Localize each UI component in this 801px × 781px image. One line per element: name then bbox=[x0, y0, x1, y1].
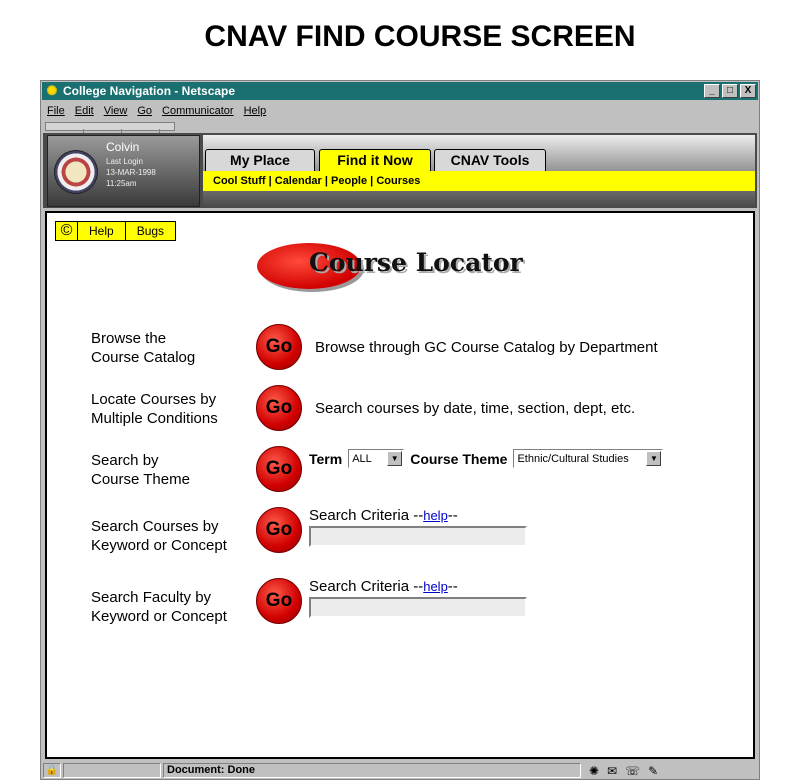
subnav-courses[interactable]: Courses bbox=[376, 175, 420, 187]
term-select[interactable]: ALL ▼ bbox=[348, 449, 405, 468]
navigator-icon[interactable]: ✺ bbox=[589, 764, 599, 778]
security-lock-icon[interactable]: 🔒 bbox=[43, 763, 61, 778]
netscape-icon: ✺ bbox=[46, 83, 58, 98]
menu-communicator[interactable]: Communicator bbox=[162, 105, 234, 117]
course-theme-controls: Term ALL ▼ Course Theme Ethnic/Cultural … bbox=[309, 449, 664, 468]
discussion-icon[interactable]: ☏ bbox=[625, 764, 640, 778]
logo-text: Course Locator bbox=[309, 248, 523, 277]
window-title: College Navigation - Netscape bbox=[63, 84, 236, 98]
tab-area: My Place Find it Now CNAV Tools Cool Stu… bbox=[203, 135, 755, 207]
course-locator-logo: Course Locator bbox=[257, 237, 547, 297]
menu-go[interactable]: Go bbox=[137, 105, 152, 117]
faculty-help-link[interactable]: help bbox=[423, 579, 448, 594]
user-panel: Colvin Last Login 13-MAR-1998 11:25am bbox=[47, 135, 200, 207]
tab-my-place[interactable]: My Place bbox=[205, 149, 315, 171]
sub-navigation: Cool Stuff | Calendar | People | Courses bbox=[203, 171, 755, 191]
keyword-help-link[interactable]: help bbox=[423, 508, 448, 523]
subnav-calendar[interactable]: Calendar bbox=[275, 175, 322, 187]
locate-courses-description: Search courses by date, time, section, d… bbox=[315, 400, 636, 417]
menu-view[interactable]: View bbox=[104, 105, 128, 117]
faculty-criteria-label: Search Criteria --help-- bbox=[309, 578, 458, 595]
browse-catalog-description: Browse through GC Course Catalog by Depa… bbox=[315, 339, 658, 356]
tab-find-it-now[interactable]: Find it Now bbox=[319, 149, 431, 173]
keyword-courses-label: Search Courses by Keyword or Concept bbox=[91, 518, 227, 554]
subnav-cool-stuff[interactable]: Cool Stuff bbox=[213, 175, 266, 187]
help-button[interactable]: Help bbox=[78, 222, 126, 240]
keyword-criteria-label: Search Criteria --help-- bbox=[309, 507, 458, 524]
progress-bar bbox=[63, 763, 161, 778]
faculty-search-input[interactable] bbox=[309, 597, 527, 618]
locate-courses-label: Locate Courses by Multiple Conditions bbox=[91, 391, 218, 427]
theme-select[interactable]: Ethnic/Cultural Studies ▼ bbox=[513, 449, 664, 468]
menu-edit[interactable]: Edit bbox=[75, 105, 94, 117]
browse-catalog-label: Browse the Course Catalog bbox=[91, 330, 196, 366]
course-theme-go-button[interactable]: Go bbox=[256, 446, 302, 492]
composer-icon[interactable]: ✎ bbox=[648, 764, 658, 778]
dropdown-arrow-icon: ▼ bbox=[387, 451, 403, 466]
theme-label: Course Theme bbox=[410, 450, 508, 467]
subnav-people[interactable]: People bbox=[331, 175, 367, 187]
minimize-button[interactable]: _ bbox=[704, 84, 720, 98]
slide-title: CNAV FIND COURSE SCREEN bbox=[204, 20, 636, 53]
keyword-courses-go-button[interactable]: Go bbox=[256, 507, 302, 553]
locate-courses-go-button[interactable]: Go bbox=[256, 385, 302, 431]
menu-file[interactable]: File bbox=[47, 105, 65, 117]
status-text: Document: Done bbox=[163, 763, 581, 778]
cnav-header: Colvin Last Login 13-MAR-1998 11:25am My… bbox=[43, 133, 757, 208]
page-content: © Help Bugs Course Locator Browse the Cou… bbox=[45, 211, 755, 759]
browser-window: ✺ College Navigation - Netscape _ □ X Fi… bbox=[40, 80, 760, 780]
status-bar: 🔒 Document: Done ✺ ✉ ☏ ✎ bbox=[43, 762, 757, 779]
maximize-button[interactable]: □ bbox=[722, 84, 738, 98]
course-theme-label: Search by Course Theme bbox=[91, 452, 190, 488]
bugs-button[interactable]: Bugs bbox=[126, 222, 175, 240]
collapsed-toolbars[interactable] bbox=[45, 122, 175, 136]
faculty-search-go-button[interactable]: Go bbox=[256, 578, 302, 624]
browse-catalog-go-button[interactable]: Go bbox=[256, 324, 302, 370]
copyright-button[interactable]: © bbox=[56, 222, 78, 240]
window-titlebar: ✺ College Navigation - Netscape _ □ X bbox=[42, 82, 758, 100]
component-bar: ✺ ✉ ☏ ✎ bbox=[583, 764, 757, 778]
keyword-courses-input[interactable] bbox=[309, 526, 527, 547]
menu-bar: File Edit View Go Communicator Help bbox=[43, 102, 266, 120]
faculty-search-label: Search Faculty by Keyword or Concept bbox=[91, 589, 227, 625]
help-bar: © Help Bugs bbox=[55, 221, 177, 241]
last-login-info: Last Login 13-MAR-1998 11:25am bbox=[106, 157, 156, 188]
term-label: Term bbox=[309, 450, 343, 467]
close-button[interactable]: X bbox=[740, 84, 756, 98]
user-name: Colvin bbox=[106, 140, 140, 154]
tab-cnav-tools[interactable]: CNAV Tools bbox=[434, 149, 546, 171]
dropdown-arrow-icon: ▼ bbox=[646, 451, 662, 466]
mail-icon[interactable]: ✉ bbox=[607, 764, 617, 778]
college-seal-icon bbox=[49, 145, 103, 199]
menu-help[interactable]: Help bbox=[244, 105, 267, 117]
